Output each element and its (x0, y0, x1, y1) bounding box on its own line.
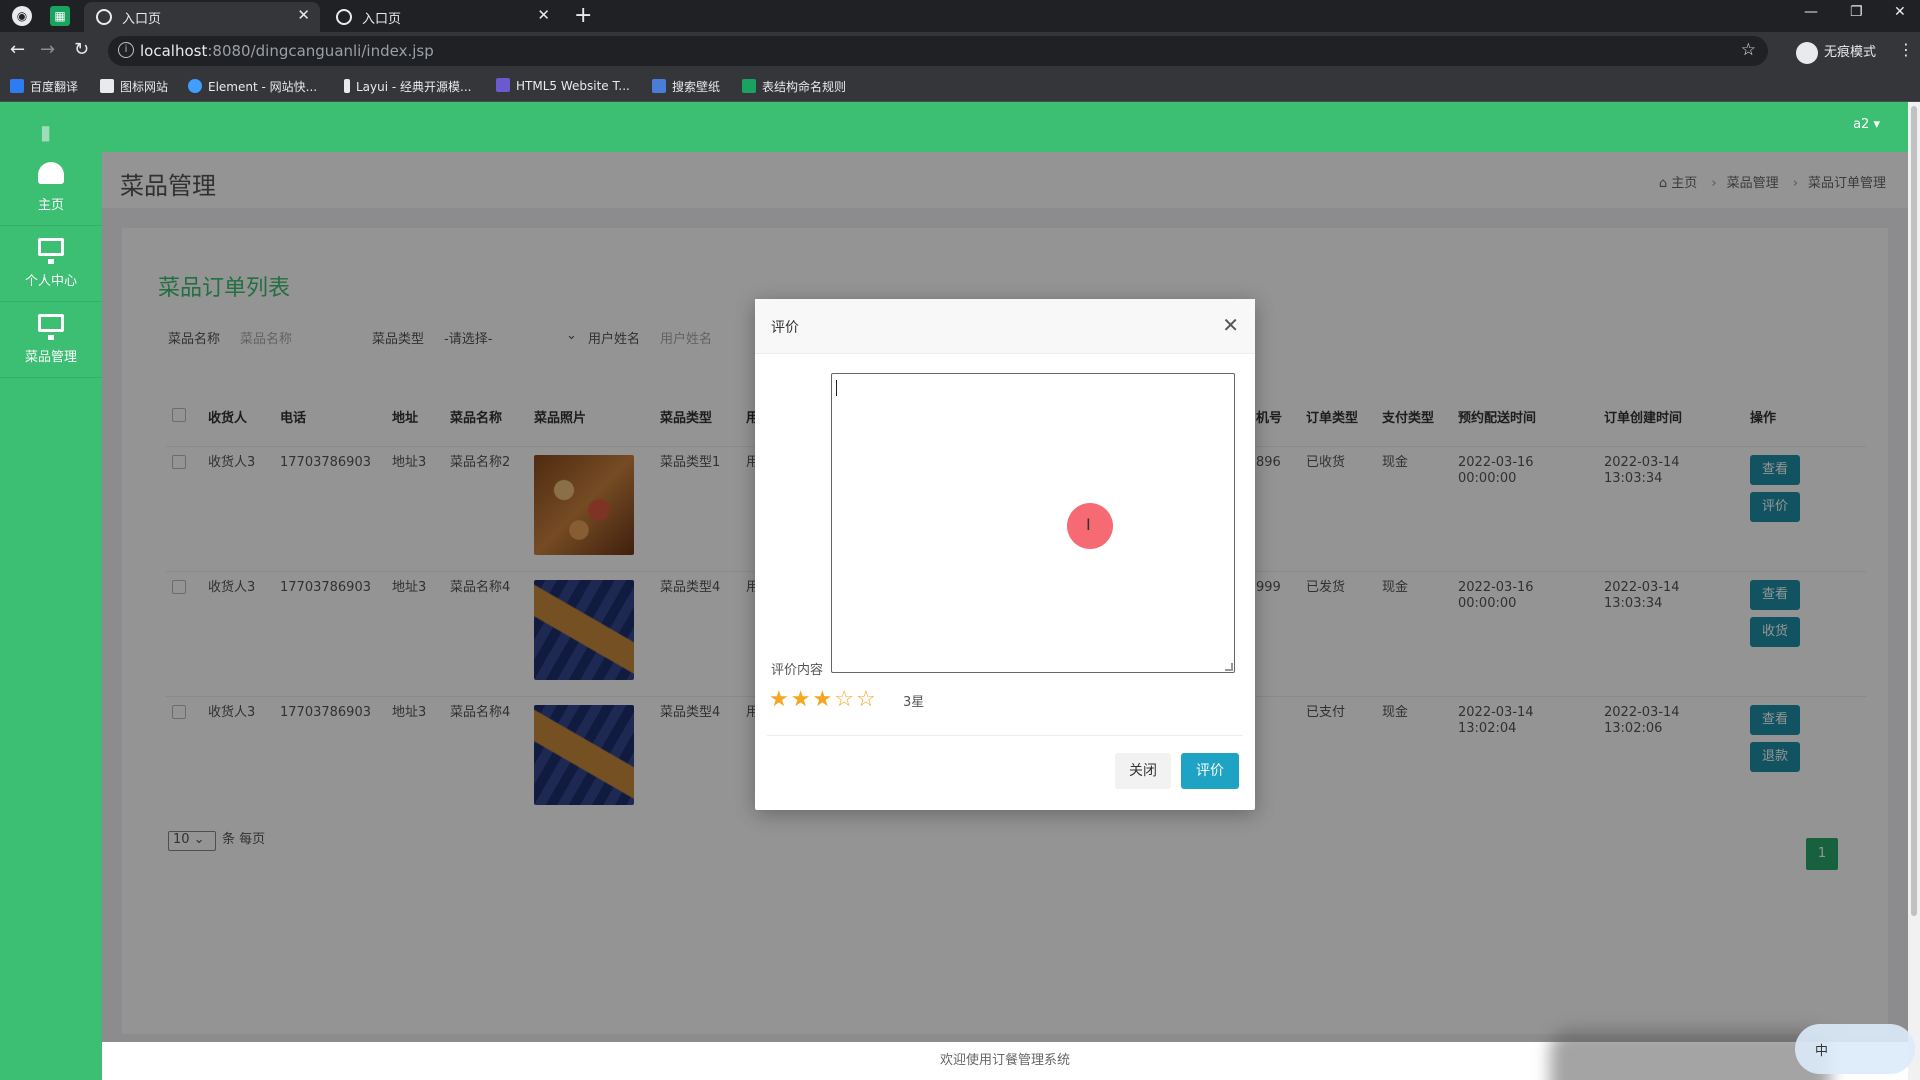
close-tab-icon[interactable]: ✕ (537, 6, 550, 24)
sidebar-item-label: 主页 (37, 198, 64, 213)
logo-icon: ▮ (40, 120, 52, 144)
dashboard-icon (38, 162, 64, 184)
bookmark-item[interactable]: 图标网站 (100, 78, 168, 95)
close-window-icon[interactable]: ✕ (1894, 4, 1906, 20)
incognito-label: 无痕模式 (1824, 45, 1877, 60)
scrollbar-thumb[interactable] (1911, 106, 1917, 916)
browser-menu-kebab-icon[interactable]: ⋮ (1898, 40, 1914, 59)
browser-menu-icon[interactable]: ◉ (12, 6, 32, 26)
close-tab-icon[interactable]: ✕ (297, 6, 310, 24)
resize-grip-icon[interactable] (1225, 663, 1233, 671)
star-rating[interactable]: ★★★☆☆ (769, 687, 878, 712)
restore-icon[interactable]: ❐ (1850, 4, 1863, 20)
bookmark-star-icon[interactable]: ☆ (1741, 40, 1756, 60)
star-filled-icon[interactable]: ★ (812, 687, 832, 712)
incognito-icon (1796, 41, 1818, 64)
page-scrollbar[interactable] (1908, 102, 1920, 1080)
user-menu[interactable]: a2 ▾ (1853, 117, 1880, 132)
star-empty-icon[interactable]: ☆ (834, 687, 854, 712)
url-path: :8080/dingcanguanli/index.jsp (207, 42, 434, 60)
forward-icon[interactable]: → (40, 39, 55, 60)
star-filled-icon[interactable]: ★ (769, 687, 789, 712)
sidebar-item-label: 菜品管理 (24, 350, 77, 365)
sheet-tab-icon[interactable]: ▦ (50, 6, 70, 26)
blurred-watermark (1550, 1030, 1830, 1080)
browser-toolbar: ← → ↻ i localhost:8080/dingcanguanli/ind… (0, 32, 1920, 70)
tab-active[interactable]: 入口页 ✕ (84, 2, 320, 32)
click-indicator (1067, 503, 1113, 549)
star-filled-icon[interactable]: ★ (791, 687, 811, 712)
rating-text: 3星 (903, 695, 925, 710)
sidebar: ▮ 主页 个人中心 菜品管理 (0, 102, 102, 1080)
dialog-title: 评价 (771, 320, 799, 336)
ime-indicator[interactable]: 中 (1795, 1024, 1915, 1074)
bookmark-item[interactable]: Element - 网站快... (188, 78, 317, 95)
reload-icon[interactable]: ↻ (74, 39, 89, 60)
sidebar-item-label: 个人中心 (24, 274, 77, 289)
close-button[interactable]: 关闭 (1115, 753, 1171, 789)
bookmark-item[interactable]: Layui - 经典开源模... (344, 78, 471, 95)
browser-tabbar: ◉ ▦ 入口页 ✕ 入口页 ✕ + — ❐ ✕ (0, 0, 1920, 32)
bookmark-item[interactable]: HTML5 Website T... (496, 78, 630, 93)
sidebar-item-profile[interactable]: 个人中心 (0, 226, 102, 302)
dialog-header: 评价 ✕ (755, 299, 1255, 354)
close-icon[interactable]: ✕ (1222, 313, 1239, 337)
tab-title: 入口页 (122, 12, 162, 27)
bookmarks-bar: 百度翻译 图标网站 Element - 网站快... Layui - 经典开源模… (0, 70, 1920, 102)
submit-review-button[interactable]: 评价 (1181, 753, 1239, 789)
bookmark-item[interactable]: 表结构命名规则 (742, 78, 846, 95)
text-caret (836, 380, 837, 396)
review-content-label: 评价内容 (771, 663, 824, 678)
review-content-textarea[interactable] (831, 373, 1235, 673)
bookmark-item[interactable]: 百度翻译 (10, 78, 78, 95)
address-bar[interactable]: i localhost:8080/dingcanguanli/index.jsp… (108, 36, 1768, 66)
bookmark-item[interactable]: 搜索壁纸 (652, 78, 720, 95)
minimize-icon[interactable]: — (1804, 4, 1818, 20)
sidebar-item-dish-management[interactable]: 菜品管理 (0, 302, 102, 378)
tab-second[interactable]: 入口页 ✕ (324, 2, 560, 32)
url-host: localhost (140, 42, 208, 60)
review-dialog: 评价 ✕ 评价内容 ★★★☆☆ 3星 关闭 评价 (755, 299, 1255, 810)
new-tab-icon[interactable]: + (574, 3, 592, 28)
star-empty-icon[interactable]: ☆ (856, 687, 876, 712)
divider (767, 735, 1243, 736)
monitor-icon (38, 238, 64, 264)
tab-title: 入口页 (362, 12, 402, 27)
globe-icon (336, 9, 352, 25)
top-bar: a2 ▾ (102, 102, 1920, 152)
incognito-indicator[interactable]: 无痕模式 (1796, 41, 1876, 64)
info-icon[interactable]: i (118, 42, 134, 58)
sidebar-item-home[interactable]: 主页 (0, 150, 102, 226)
back-icon[interactable]: ← (10, 39, 25, 60)
ime-label: 中 (1815, 1044, 1829, 1059)
monitor-icon (38, 314, 64, 340)
globe-icon (96, 9, 112, 25)
